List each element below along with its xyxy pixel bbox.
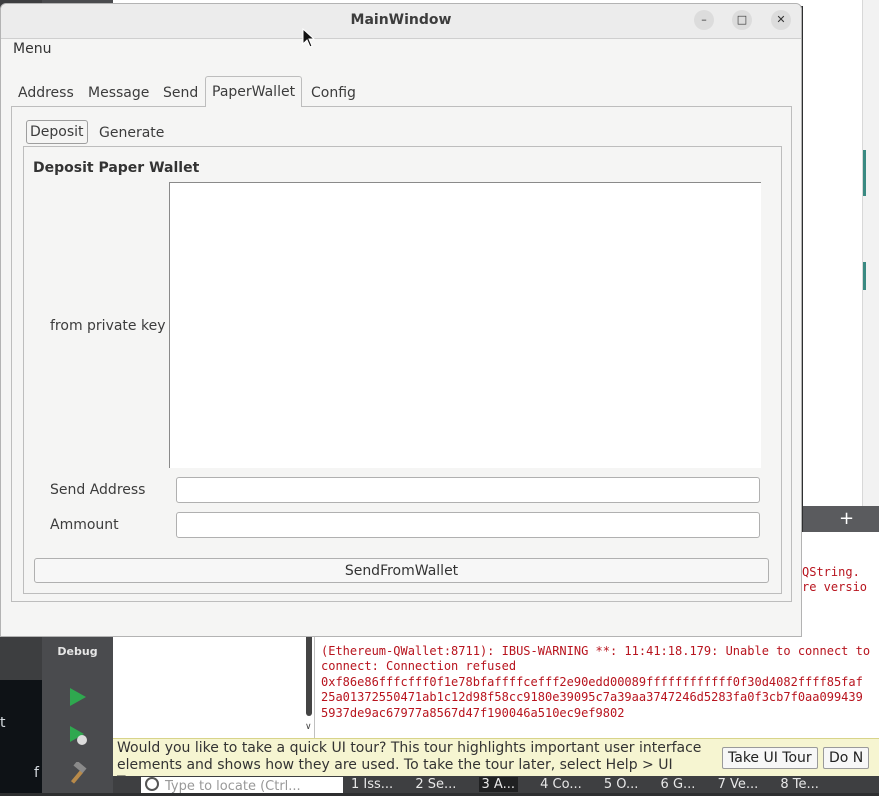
dismiss-tour-button[interactable]: Do N (823, 747, 870, 769)
scroll-marker (863, 150, 866, 196)
debug-run-icon[interactable] (66, 724, 88, 746)
status-tab-version[interactable]: 7 Ve... (718, 777, 759, 792)
amount-label: Ammount (50, 517, 119, 533)
ide-strip-text-2: f (34, 765, 39, 781)
send-address-label: Send Address (50, 482, 146, 498)
status-tab-search[interactable]: 2 Se... (415, 777, 456, 792)
group-title: Deposit Paper Wallet (33, 160, 200, 176)
output-line: (Ethereum-QWallet:8711): IBUS-WARNING **… (321, 644, 871, 658)
maximize-icon[interactable]: □ (732, 10, 752, 30)
tab-config[interactable]: Config (305, 76, 362, 106)
run-icon[interactable] (66, 686, 88, 708)
build-hammer-icon[interactable] (66, 762, 88, 784)
tab-paperwallet[interactable]: PaperWallet (205, 76, 303, 107)
output-toolbar: + (803, 506, 879, 532)
ide-strip-text: t (0, 715, 6, 731)
close-icon[interactable]: ✕ (771, 10, 791, 30)
status-bar: Type to locate (Ctrl... 1 Iss... 2 Se...… (113, 776, 879, 794)
mouse-cursor-icon (302, 28, 316, 48)
output-line: connect: Connection refused (321, 659, 517, 673)
window-title: MainWindow (350, 12, 452, 28)
menu-bar-menu[interactable]: Menu (13, 41, 51, 57)
output-side-line: re versio (802, 580, 868, 594)
output-line: 0xf86e86fffcfff0f1e78bfaffffcefff2e90edd… (321, 675, 863, 689)
editor-scrollbar[interactable] (862, 0, 879, 506)
tab-address[interactable]: Address (12, 76, 80, 106)
tab-send[interactable]: Send (157, 76, 204, 106)
status-tab-qml[interactable]: 5 O... (604, 777, 639, 792)
output-line: 5937de9ac67977a8567d47f190046a510ec9ef98… (321, 706, 625, 720)
locate-input[interactable]: Type to locate (Ctrl... (141, 777, 343, 794)
subtab-generate[interactable]: Generate (95, 120, 168, 146)
output-side-line: QString. (802, 565, 860, 579)
minimize-icon[interactable]: – (694, 10, 714, 30)
ui-tour-bar: Would you like to take a quick UI tour? … (113, 738, 879, 790)
scroll-marker (863, 262, 866, 290)
send-from-wallet-button[interactable]: SendFromWallet (34, 558, 769, 583)
status-tab-compile[interactable]: 4 Co... (540, 777, 582, 792)
title-bar[interactable]: MainWindow – □ ✕ (1, 4, 801, 39)
tab-message[interactable]: Message (82, 76, 155, 106)
mode-debug[interactable]: Debug (42, 645, 113, 658)
subtab-deposit[interactable]: Deposit (26, 120, 88, 144)
add-icon[interactable]: + (839, 508, 854, 529)
status-tab-app-output[interactable]: 3 A... (478, 777, 518, 792)
output-pane-tabs: 1 Iss... 2 Se... 3 A... 4 Co... 5 O... 6… (351, 777, 837, 792)
send-address-input[interactable] (176, 477, 760, 503)
amount-input[interactable] (176, 512, 760, 538)
search-icon (145, 777, 159, 791)
output-scroll-thumb[interactable] (306, 630, 312, 716)
output-line: 25a01372550471ab1c12d98f58cc9180e39095c7… (321, 690, 863, 704)
locate-placeholder: Type to locate (Ctrl... (165, 779, 301, 794)
private-key-textarea[interactable] (169, 182, 761, 468)
status-tab-general[interactable]: 6 G... (661, 777, 696, 792)
private-key-label: from private key (50, 318, 166, 334)
chevron-down-icon[interactable]: ∨ (305, 722, 312, 732)
take-ui-tour-button[interactable]: Take UI Tour (722, 747, 818, 769)
status-tab-tests[interactable]: 8 Te... (780, 777, 819, 792)
status-tab-issues[interactable]: 1 Iss... (351, 777, 393, 792)
